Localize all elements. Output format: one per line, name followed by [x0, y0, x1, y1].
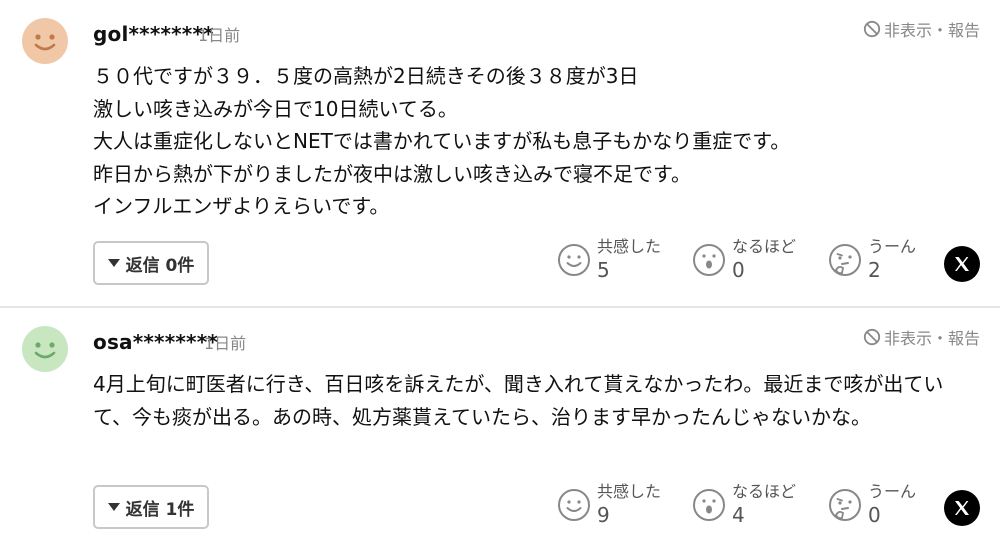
reaction-count: 9	[597, 503, 610, 527]
caret-down-icon	[107, 503, 120, 511]
reaction-count: 0	[732, 258, 745, 282]
share-x-button[interactable]	[944, 246, 980, 282]
reply-toggle-button[interactable]: 返信 1件	[93, 485, 209, 529]
avatar	[22, 18, 68, 64]
thinking-face-icon	[829, 244, 861, 276]
reaction-understand-button[interactable]: なるほど 0	[692, 237, 796, 283]
reply-label: 返信 0件	[125, 255, 195, 276]
reaction-empathy-button[interactable]: 共感した 5	[557, 237, 661, 283]
share-x-button[interactable]	[944, 490, 980, 526]
reaction-label: 共感した	[597, 237, 662, 256]
hide-report-link[interactable]: 非表示・報告	[863, 17, 980, 41]
username[interactable]: osa********	[93, 330, 218, 354]
smile-face-icon	[558, 244, 590, 276]
smile-face-icon	[558, 489, 590, 521]
comment-item: osa******** 1日前 非表示・報告 4月上旬に町医者に行き、百日咳を訴…	[0, 308, 1000, 546]
comment-line: 激しい咳き込みが今日で10日続いてる。	[93, 96, 458, 121]
comment-body: ５０代ですが３９．５度の高熱が2日続きその後３８度が3日 激しい咳き込みが今日で…	[93, 60, 983, 223]
reaction-hmm-button[interactable]: うーん 0	[828, 482, 916, 528]
avatar-face-icon	[22, 326, 68, 372]
reaction-count: 4	[732, 503, 745, 527]
reply-label: 返信 1件	[125, 499, 195, 520]
comment-line: ５０代ですが３９．５度の高熱が2日続きその後３８度が3日	[93, 64, 639, 88]
reaction-count: 5	[597, 258, 610, 282]
username[interactable]: gol********	[93, 22, 214, 46]
comment-line: 大人は重症化しないとNETでは書かれていますが私も息子もかなり重症です。	[93, 129, 791, 153]
block-icon	[863, 328, 881, 346]
avatar	[22, 326, 68, 372]
avatar-face-icon	[22, 18, 68, 64]
hide-report-link[interactable]: 非表示・報告	[863, 325, 980, 349]
block-icon	[863, 20, 881, 38]
reaction-label: なるほど	[732, 482, 797, 501]
comment-line: 4月上旬に町医者に行き、百日咳を訴えたが、聞き入れて貰えなかったわ。最近まで咳が…	[93, 372, 944, 429]
reaction-label: うーん	[868, 237, 917, 256]
comment-item: gol******** 1日前 非表示・報告 ５０代ですが３９．５度の高熱が2日…	[0, 0, 1000, 306]
surprised-face-icon	[693, 244, 725, 276]
caret-down-icon	[107, 259, 120, 267]
reaction-label: なるほど	[732, 237, 797, 256]
reaction-label: 共感した	[597, 482, 662, 501]
hide-report-label: 非表示・報告	[883, 329, 980, 348]
comment-line: インフルエンザよりえらいです。	[93, 194, 390, 218]
x-logo-icon	[955, 501, 969, 515]
comment-body: 4月上旬に町医者に行き、百日咳を訴えたが、聞き入れて貰えなかったわ。最近まで咳が…	[93, 368, 973, 433]
reaction-count: 0	[868, 503, 881, 527]
surprised-face-icon	[693, 489, 725, 521]
reply-toggle-button[interactable]: 返信 0件	[93, 241, 209, 285]
reaction-label: うーん	[868, 482, 917, 501]
timestamp: 1日前	[204, 334, 247, 353]
reaction-hmm-button[interactable]: うーん 2	[828, 237, 916, 283]
x-logo-icon	[955, 257, 969, 271]
hide-report-label: 非表示・報告	[883, 21, 980, 40]
reaction-empathy-button[interactable]: 共感した 9	[557, 482, 661, 528]
timestamp: 1日前	[198, 26, 241, 45]
reaction-understand-button[interactable]: なるほど 4	[692, 482, 796, 528]
reaction-count: 2	[868, 258, 881, 282]
thinking-face-icon	[829, 489, 861, 521]
comment-line: 昨日から熱が下がりましたが夜中は激しい咳き込みで寝不足です。	[93, 161, 691, 186]
